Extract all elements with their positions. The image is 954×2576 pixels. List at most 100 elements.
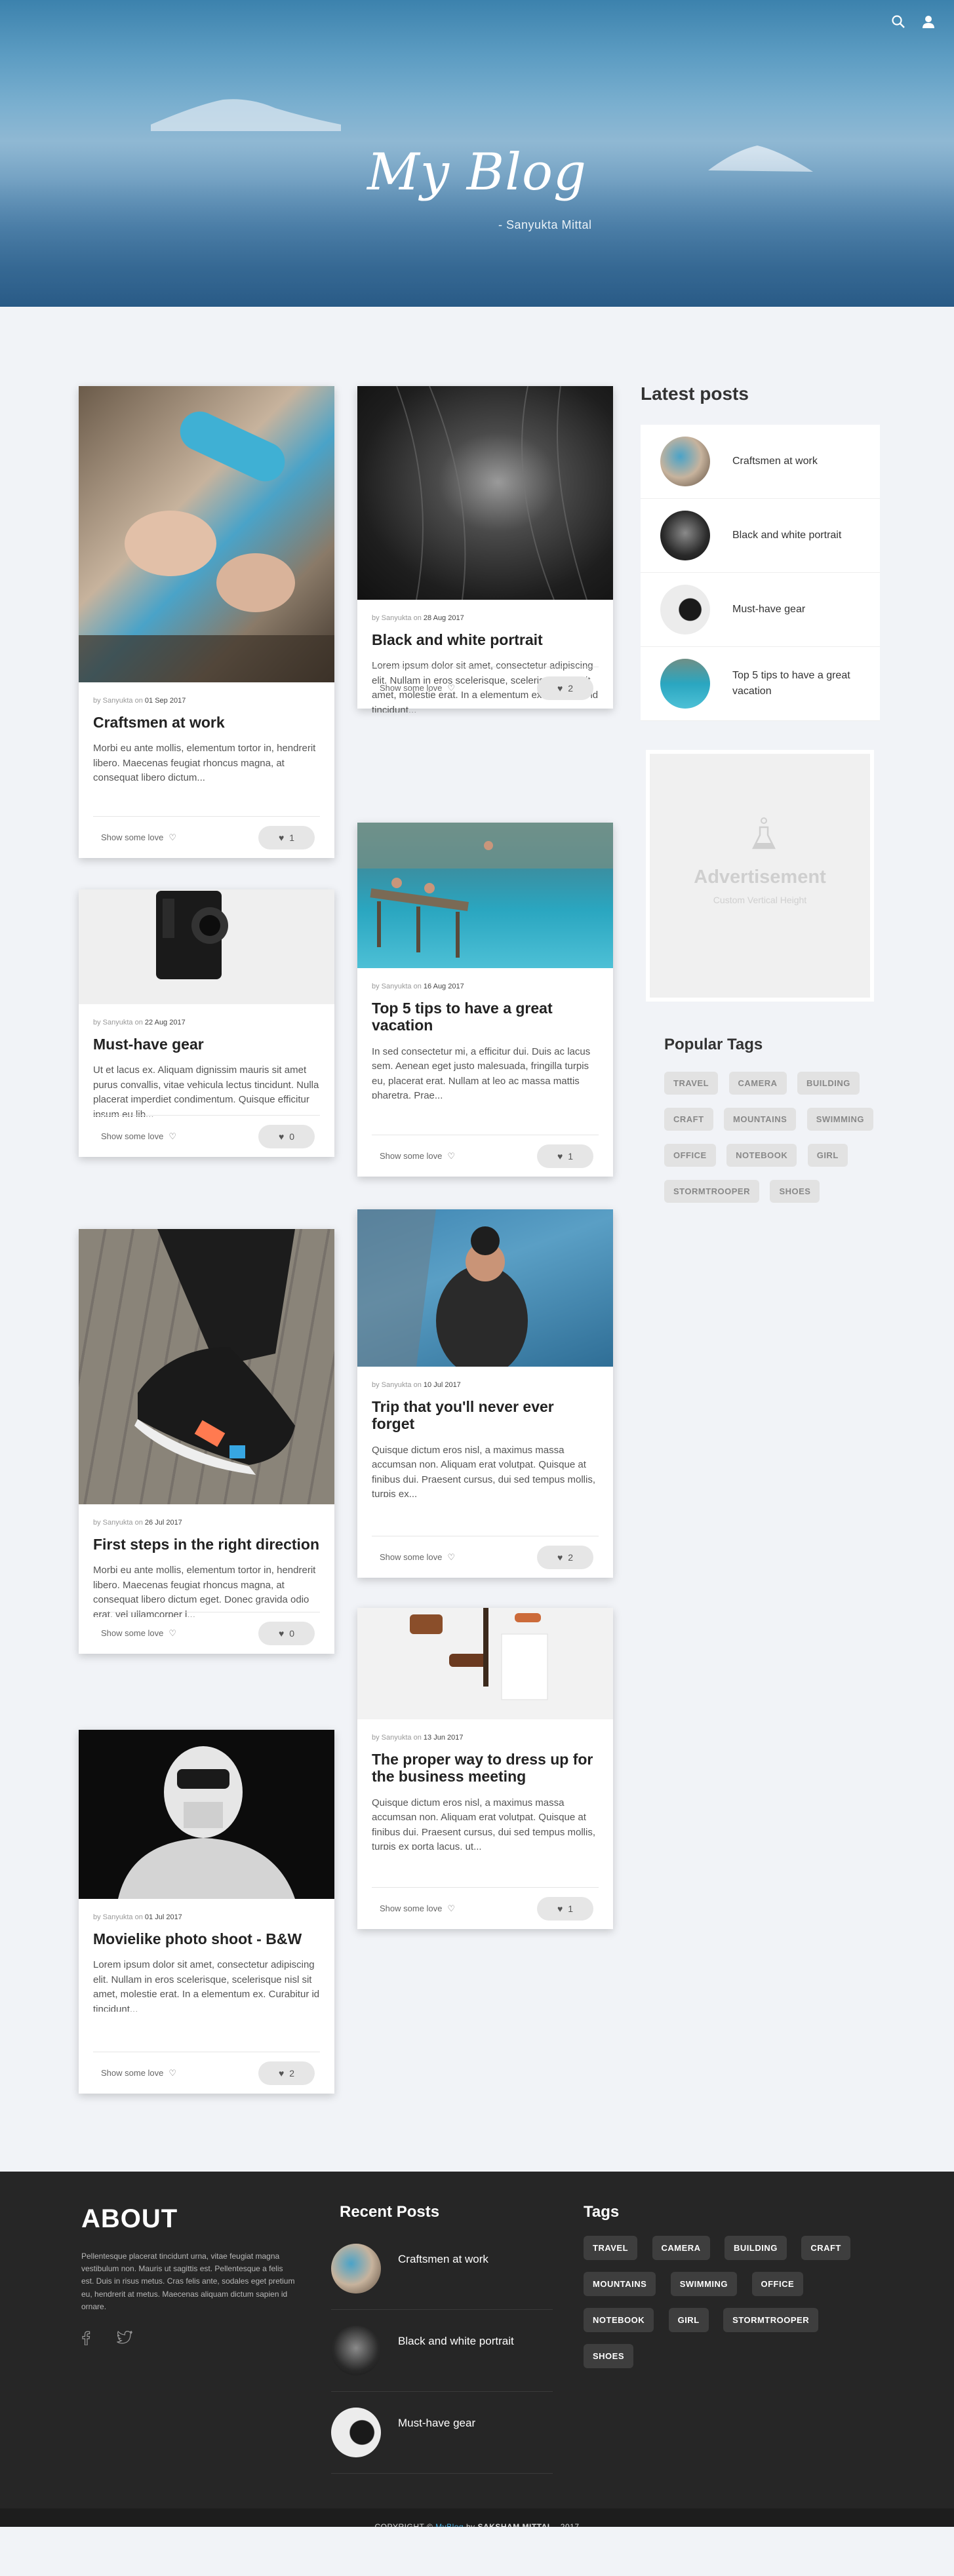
show-love-button[interactable]: Show some love ♡ xyxy=(372,1151,455,1161)
post-card[interactable]: by Sanyukta on 28 Aug 2017 Black and whi… xyxy=(357,386,613,712)
post-footer: Show some love ♡ ♥ 1 xyxy=(93,816,320,858)
post-image[interactable] xyxy=(79,889,334,1004)
tag-girl[interactable]: GIRL xyxy=(807,1144,848,1167)
tag-travel[interactable]: TRAVEL xyxy=(664,1072,719,1095)
facebook-icon[interactable] xyxy=(81,2331,90,2349)
post-image[interactable] xyxy=(357,386,613,600)
post-date: 10 Jul 2017 xyxy=(423,1381,461,1389)
tag-mountains[interactable]: MOUNTAINS xyxy=(724,1108,797,1131)
post-title[interactable]: Craftsmen at work xyxy=(79,705,334,731)
tag-stormtrooper[interactable]: STORMTROOPER xyxy=(664,1180,759,1203)
show-love-button[interactable]: Show some love ♡ xyxy=(372,1552,455,1563)
post-title[interactable]: Movielike photo shoot - B&W xyxy=(79,1921,334,1947)
footer-tag-notebook[interactable]: NOTEBOOK xyxy=(584,2308,654,2332)
footer-tag-mountains[interactable]: MOUNTAINS xyxy=(584,2272,656,2296)
heart-icon: ♥ xyxy=(278,2067,285,2078)
like-count-button[interactable]: ♥ 2 xyxy=(537,676,593,700)
tag-shoes[interactable]: SHOES xyxy=(770,1180,820,1203)
post-image[interactable] xyxy=(357,823,613,968)
post-meta: by Sanyukta on 01 Sep 2017 xyxy=(93,697,186,705)
post-card[interactable]: by Sanyukta on 01 Jul 2017 Movielike pho… xyxy=(79,1730,334,2094)
footer-tag-shoes[interactable]: SHOES xyxy=(584,2344,634,2368)
tag-building[interactable]: BUILDING xyxy=(797,1072,860,1095)
latest-post-item[interactable]: Black and white portrait xyxy=(641,499,880,573)
heart-icon: ♥ xyxy=(557,1150,563,1161)
like-count-button[interactable]: ♥ 0 xyxy=(258,1621,315,1645)
heart-outline-icon: ♡ xyxy=(169,832,177,842)
latest-post-thumbnail xyxy=(660,437,710,486)
footer-tag-stormtrooper[interactable]: STORMTROOPER xyxy=(723,2308,819,2332)
recent-post-item[interactable]: Must-have gear xyxy=(331,2392,553,2474)
heart-outline-icon: ♡ xyxy=(169,2067,177,2078)
post-image[interactable] xyxy=(79,1229,334,1504)
post-title[interactable]: First steps in the right direction xyxy=(79,1527,334,1553)
post-title[interactable]: Must-have gear xyxy=(79,1026,334,1053)
user-icon[interactable] xyxy=(921,14,936,29)
search-icon[interactable] xyxy=(891,14,905,29)
footer-tag-girl[interactable]: GIRL xyxy=(668,2308,709,2332)
latest-post-item[interactable]: Craftsmen at work xyxy=(641,425,880,499)
footer-tag-swimming[interactable]: SWIMMING xyxy=(670,2272,738,2296)
footer-tag-craft[interactable]: CRAFT xyxy=(801,2236,850,2260)
post-card[interactable]: by Sanyukta on 16 Aug 2017 Top 5 tips to… xyxy=(357,823,613,1177)
recent-post-item[interactable]: Black and white portrait xyxy=(331,2310,553,2392)
footer-tag-office[interactable]: OFFICE xyxy=(751,2272,804,2296)
heart-icon: ♥ xyxy=(557,1551,563,1563)
show-love-button[interactable]: Show some love ♡ xyxy=(93,1131,176,1142)
post-image[interactable] xyxy=(79,386,334,682)
recent-post-thumbnail xyxy=(331,2326,381,2375)
footer-tags-heading: Tags xyxy=(584,2203,620,2221)
popular-tags-heading: Popular Tags xyxy=(664,1036,763,1053)
twitter-icon[interactable] xyxy=(117,2330,133,2349)
heart-outline-icon: ♡ xyxy=(169,1628,177,1638)
post-excerpt: Quisque dictum eros nisl, a maximus mass… xyxy=(372,1444,595,1497)
post-date: 22 Aug 2017 xyxy=(144,1019,186,1026)
post-excerpt: Ut et lacus ex. Aliquam dignissim mauris… xyxy=(93,1064,319,1118)
post-card[interactable]: by Sanyukta on 22 Aug 2017 Must-have gea… xyxy=(79,889,334,1157)
popular-tags-list: TRAVEL CAMERA BUILDING CRAFT MOUNTAINS S… xyxy=(664,1072,887,1216)
like-count-button[interactable]: ♥ 1 xyxy=(258,825,315,849)
like-count-button[interactable]: ♥ 2 xyxy=(258,2061,315,2085)
footer-tag-building[interactable]: BUILDING xyxy=(725,2236,787,2260)
advertisement-box[interactable]: Advertisement Custom Vertical Height xyxy=(646,750,874,1002)
post-image[interactable] xyxy=(79,1730,334,1899)
post-card[interactable]: by Sanyukta on 10 Jul 2017 Trip that you… xyxy=(357,1209,613,1578)
tag-craft[interactable]: CRAFT xyxy=(664,1108,713,1131)
post-footer: Show some love ♡ ♥ 0 xyxy=(93,1115,320,1157)
recent-post-title: Must-have gear xyxy=(398,2417,476,2429)
like-count-button[interactable]: ♥ 0 xyxy=(258,1124,315,1148)
tag-swimming[interactable]: SWIMMING xyxy=(806,1108,874,1131)
like-count-button[interactable]: ♥ 2 xyxy=(537,1545,593,1569)
tag-camera[interactable]: CAMERA xyxy=(728,1072,787,1095)
post-meta: by Sanyukta on 22 Aug 2017 xyxy=(93,1019,186,1026)
post-title[interactable]: Trip that you'll never ever forget xyxy=(357,1389,613,1433)
heart-outline-icon: ♡ xyxy=(447,1150,456,1161)
tag-office[interactable]: OFFICE xyxy=(664,1144,716,1167)
post-title[interactable]: The proper way to dress up for the busin… xyxy=(357,1742,613,1786)
post-card[interactable]: by Sanyukta on 26 Jul 2017 First steps i… xyxy=(79,1229,334,1654)
latest-post-item[interactable]: Must-have gear xyxy=(641,573,880,647)
show-love-button[interactable]: Show some love ♡ xyxy=(372,683,455,693)
post-card[interactable]: by Sanyukta on 01 Sep 2017 Craftsmen at … xyxy=(79,386,334,858)
post-image[interactable] xyxy=(357,1209,613,1367)
footer-tag-travel[interactable]: TRAVEL xyxy=(584,2236,638,2260)
post-title[interactable]: Top 5 tips to have a great vacation xyxy=(357,990,613,1034)
show-love-button[interactable]: Show some love ♡ xyxy=(93,832,176,843)
post-image[interactable] xyxy=(357,1608,613,1719)
show-love-button[interactable]: Show some love ♡ xyxy=(93,2068,176,2078)
post-date: 16 Aug 2017 xyxy=(423,983,464,990)
post-card[interactable]: by Sanyukta on 13 Jun 2017 The proper wa… xyxy=(357,1608,613,1929)
footer-tags-list: TRAVEL CAMERA BUILDING CRAFT MOUNTAINS S… xyxy=(584,2236,885,2380)
post-footer: Show some love ♡ ♥ 0 xyxy=(93,1612,320,1654)
show-love-button[interactable]: Show some love ♡ xyxy=(372,1903,455,1914)
latest-post-item[interactable]: Top 5 tips to have a great vacation xyxy=(641,647,880,721)
post-title[interactable]: Black and white portrait xyxy=(357,622,613,648)
post-date: 26 Jul 2017 xyxy=(144,1519,182,1527)
like-count-button[interactable]: ♥ 1 xyxy=(537,1144,593,1168)
tag-notebook[interactable]: NOTEBOOK xyxy=(726,1144,797,1167)
post-excerpt: Morbi eu ante mollis, elementum tortor i… xyxy=(93,743,316,784)
show-love-button[interactable]: Show some love ♡ xyxy=(93,1628,176,1639)
footer-tag-camera[interactable]: CAMERA xyxy=(652,2236,710,2260)
like-count-button[interactable]: ♥ 1 xyxy=(537,1896,593,1921)
recent-post-item[interactable]: Craftsmen at work xyxy=(331,2228,553,2310)
